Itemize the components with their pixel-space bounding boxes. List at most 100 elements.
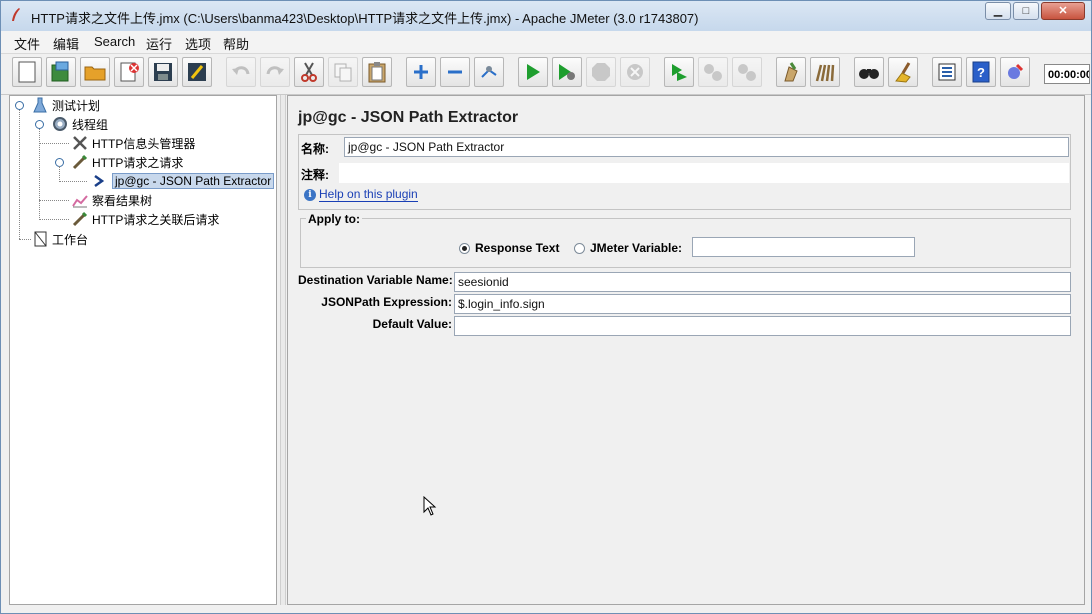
toggle-icon xyxy=(481,66,497,78)
name-label: 名称: xyxy=(301,142,329,156)
remote-stop-icon xyxy=(704,64,722,81)
menu-options[interactable]: 选项 xyxy=(185,34,211,53)
jmeter-variable-field[interactable] xyxy=(692,237,915,257)
menu-help[interactable]: 帮助 xyxy=(223,34,249,53)
destination-variable-label: Destination Variable Name: xyxy=(298,273,453,287)
paste-button[interactable] xyxy=(362,57,392,87)
menu-edit[interactable]: 编辑 xyxy=(53,34,79,53)
test-plan-icon xyxy=(33,97,47,113)
tree-node-label: 工作台 xyxy=(52,232,89,247)
copy-icon xyxy=(334,63,352,82)
start-no-pause-button[interactable] xyxy=(552,57,582,87)
thread-group-icon xyxy=(53,117,67,131)
start-no-pause-icon xyxy=(559,64,575,80)
undo-button[interactable] xyxy=(226,57,256,87)
toolbar: ? 00:00:00 xyxy=(1,54,1091,95)
title-bar: HTTP请求之文件上传.jmx (C:\Users\banma423\Deskt… xyxy=(1,1,1091,32)
remote-stop-button[interactable] xyxy=(698,57,728,87)
shutdown-button[interactable] xyxy=(620,57,650,87)
jmeter-variable-label: JMeter Variable: xyxy=(590,241,683,255)
elapsed-timer: 00:00:00 xyxy=(1044,64,1090,84)
reset-search-button[interactable] xyxy=(888,57,918,87)
expand-button[interactable] xyxy=(406,57,436,87)
maximize-button[interactable]: □ xyxy=(1013,2,1039,20)
help-on-plugin-link[interactable]: Help on this plugin xyxy=(319,187,418,202)
menu-run[interactable]: 运行 xyxy=(146,34,172,53)
clear-icon xyxy=(784,62,798,82)
tree-toggle-thread-group[interactable] xyxy=(35,120,44,129)
save-as-button[interactable] xyxy=(182,57,212,87)
tree-node-header-manager[interactable]: HTTP信息头管理器 xyxy=(72,134,195,152)
close-button[interactable]: ✕ xyxy=(1041,2,1085,20)
tree-node-results-tree[interactable]: 察看结果树 xyxy=(72,191,152,209)
tree-node-label: 测试计划 xyxy=(52,98,101,113)
new-icon xyxy=(18,61,36,83)
templates-button[interactable] xyxy=(46,57,76,87)
reset-search-icon xyxy=(895,62,911,83)
function-helper-button[interactable] xyxy=(932,57,962,87)
jsonpath-expression-label: JSONPath Expression: xyxy=(321,295,452,309)
element-editor-panel: jp@gc - JSON Path Extractor 名称: jp@gc - … xyxy=(287,95,1085,605)
tree-node-http-request[interactable]: HTTP请求之请求 xyxy=(72,153,183,171)
tree-node-label: 察看结果树 xyxy=(92,193,153,208)
comment-field[interactable] xyxy=(339,163,1069,183)
undo-icon xyxy=(232,66,250,75)
destination-variable-field[interactable]: seesionid xyxy=(454,272,1071,292)
split-pane-divider[interactable] xyxy=(280,95,286,605)
jsonpath-expression-field[interactable]: $.login_info.sign xyxy=(454,294,1071,314)
default-value-label: Default Value: xyxy=(372,317,452,331)
menu-file[interactable]: 文件 xyxy=(14,34,40,53)
name-field[interactable]: jp@gc - JSON Path Extractor xyxy=(344,137,1069,157)
tree-node-json-extractor[interactable]: jp@gc - JSON Path Extractor xyxy=(92,172,275,190)
clear-all-button[interactable] xyxy=(810,57,840,87)
help-icon: ? xyxy=(972,61,990,83)
search-icon xyxy=(859,69,879,79)
remote-shutdown-icon xyxy=(738,64,756,81)
apply-to-legend: Apply to: xyxy=(306,212,362,226)
log-button[interactable] xyxy=(1000,57,1030,87)
default-value-field[interactable] xyxy=(454,316,1071,336)
clear-button[interactable] xyxy=(776,57,806,87)
save-button[interactable] xyxy=(148,57,178,87)
tree-node-workbench[interactable]: 工作台 xyxy=(32,230,88,248)
search-button[interactable] xyxy=(854,57,884,87)
results-tree-icon xyxy=(72,195,88,208)
save-as-icon xyxy=(188,63,206,81)
new-button[interactable] xyxy=(12,57,42,87)
minimize-button[interactable]: ▁ xyxy=(985,2,1011,20)
response-text-label: Response Text xyxy=(475,241,560,255)
menu-bar: 文件 编辑 Search 运行 选项 帮助 xyxy=(1,31,1091,54)
stop-button[interactable] xyxy=(586,57,616,87)
tree-node-label: HTTP信息头管理器 xyxy=(92,136,196,151)
start-button[interactable] xyxy=(518,57,548,87)
tree-toggle-test-plan[interactable] xyxy=(15,101,24,110)
http-sampler-icon xyxy=(72,211,88,227)
toggle-button[interactable] xyxy=(474,57,504,87)
jmeter-window: HTTP请求之文件上传.jmx (C:\Users\banma423\Deskt… xyxy=(0,0,1092,614)
help-button[interactable]: ? xyxy=(966,57,996,87)
mouse-cursor-icon xyxy=(423,496,437,516)
menu-search[interactable]: Search xyxy=(94,34,135,49)
jmeter-variable-radio[interactable] xyxy=(574,243,585,254)
remote-start-button[interactable] xyxy=(664,57,694,87)
collapse-button[interactable] xyxy=(440,57,470,87)
copy-button[interactable] xyxy=(328,57,358,87)
tree-node-label: jp@gc - JSON Path Extractor xyxy=(112,173,275,189)
open-button[interactable] xyxy=(80,57,110,87)
tree-node-label: HTTP请求之请求 xyxy=(92,155,184,170)
tree-node-test-plan[interactable]: 测试计划 xyxy=(32,96,100,114)
tree-node-http-followup-request[interactable]: HTTP请求之关联后请求 xyxy=(72,210,219,228)
response-text-radio[interactable] xyxy=(459,243,470,254)
cut-button[interactable] xyxy=(294,57,324,87)
tree-node-label: HTTP请求之关联后请求 xyxy=(92,212,220,227)
stop-icon xyxy=(592,63,610,81)
shutdown-icon xyxy=(627,64,643,80)
redo-button[interactable] xyxy=(260,57,290,87)
remote-shutdown-button[interactable] xyxy=(732,57,762,87)
tree-node-label: 线程组 xyxy=(72,117,109,132)
apply-to-group xyxy=(300,218,1071,268)
close-plan-button[interactable] xyxy=(114,57,144,87)
panel-title: jp@gc - JSON Path Extractor xyxy=(298,109,519,126)
tree-node-thread-group[interactable]: 线程组 xyxy=(52,115,108,133)
http-sampler-icon xyxy=(72,154,88,170)
